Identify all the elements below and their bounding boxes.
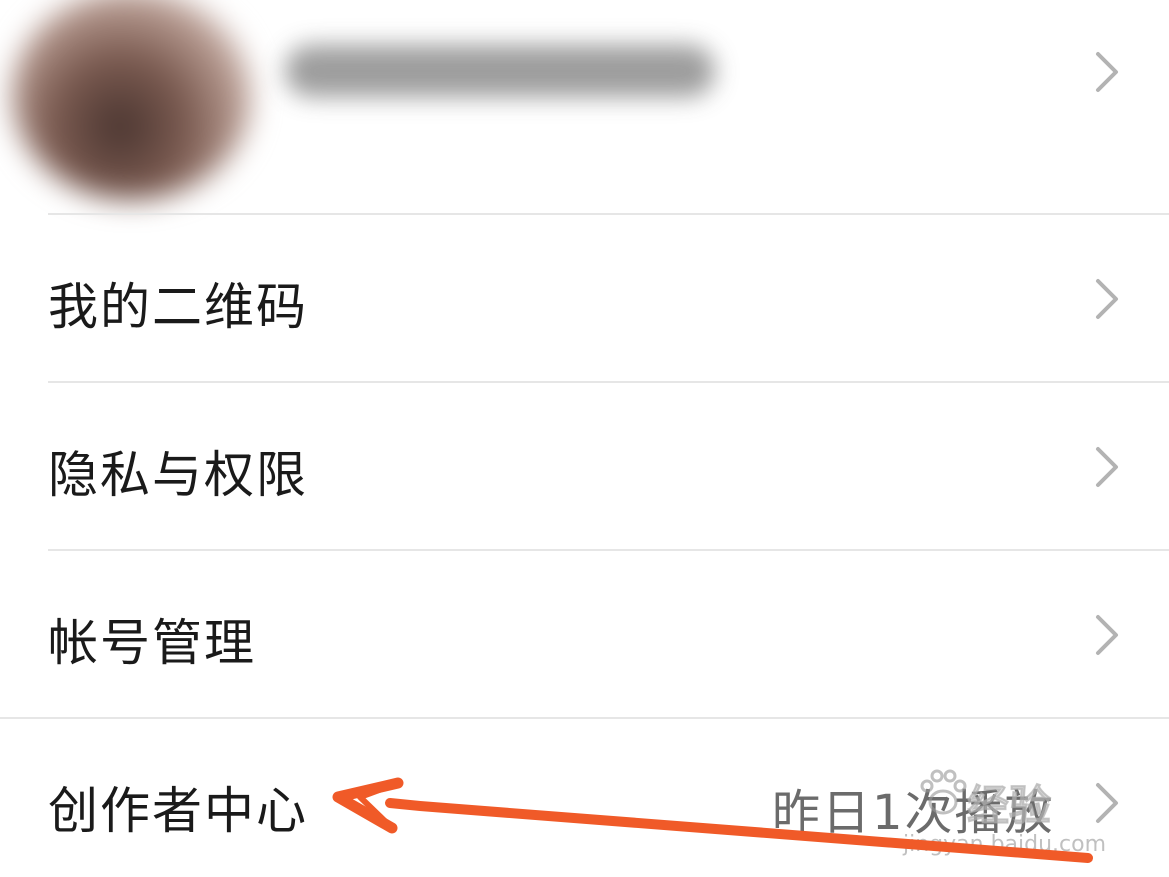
menu-item-label: 隐私与权限 <box>48 446 308 504</box>
chevron-right-icon <box>1096 447 1118 487</box>
chevron-right-icon <box>1096 615 1118 655</box>
menu-item-qr-code[interactable]: 我的二维码 <box>0 215 1169 381</box>
settings-screen: 我的二维码 隐私与权限 帐号管理 创作者中心 昨日1次播放 经验 jingyan… <box>0 0 1169 877</box>
menu-item-privacy[interactable]: 隐私与权限 <box>0 383 1169 549</box>
menu-item-account[interactable]: 帐号管理 <box>0 551 1169 717</box>
menu-item-label: 我的二维码 <box>48 278 308 336</box>
chevron-right-icon <box>1096 279 1118 319</box>
chevron-right-icon <box>1096 783 1118 823</box>
menu-item-creator-center[interactable]: 创作者中心 昨日1次播放 <box>0 719 1169 877</box>
menu-item-label: 帐号管理 <box>48 614 256 672</box>
avatar <box>12 0 252 200</box>
chevron-right-icon <box>1096 52 1118 92</box>
username-blurred <box>285 45 715 97</box>
menu-item-label: 创作者中心 <box>48 782 308 840</box>
profile-row[interactable] <box>0 0 1169 213</box>
menu-item-value: 昨日1次播放 <box>772 785 1055 841</box>
